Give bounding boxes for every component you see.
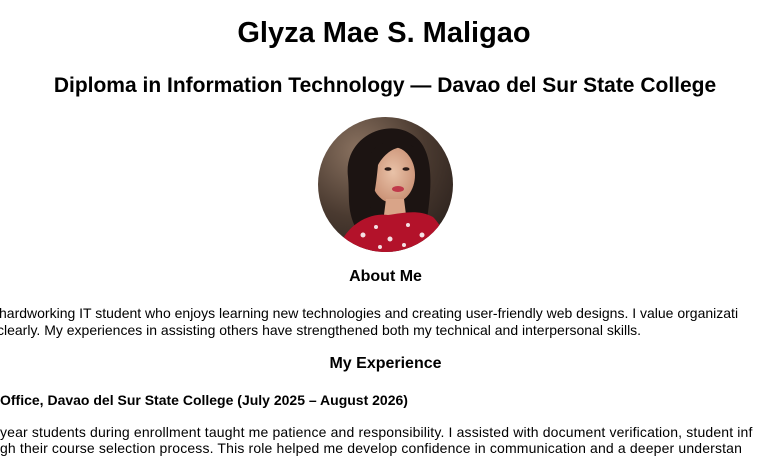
page-subtitle: Diploma in Information Technology — Dava… <box>53 74 717 97</box>
experience-text-line: year students during enrollment taught m… <box>0 424 753 440</box>
about-text-line: clearly. My experiences in assisting oth… <box>0 322 642 338</box>
avatar <box>318 117 453 252</box>
profile-photo-icon <box>318 117 453 252</box>
about-heading: About Me <box>349 268 422 285</box>
about-text-line: l hardworking IT student who enjoys lear… <box>0 305 739 321</box>
job-title: Office, Davao del Sur State College (Jul… <box>0 392 408 408</box>
page-title: Glyza Mae S. Maligao <box>237 17 531 49</box>
experience-text-line: gh their course selection process. This … <box>0 440 743 456</box>
experience-heading: My Experience <box>329 355 442 372</box>
